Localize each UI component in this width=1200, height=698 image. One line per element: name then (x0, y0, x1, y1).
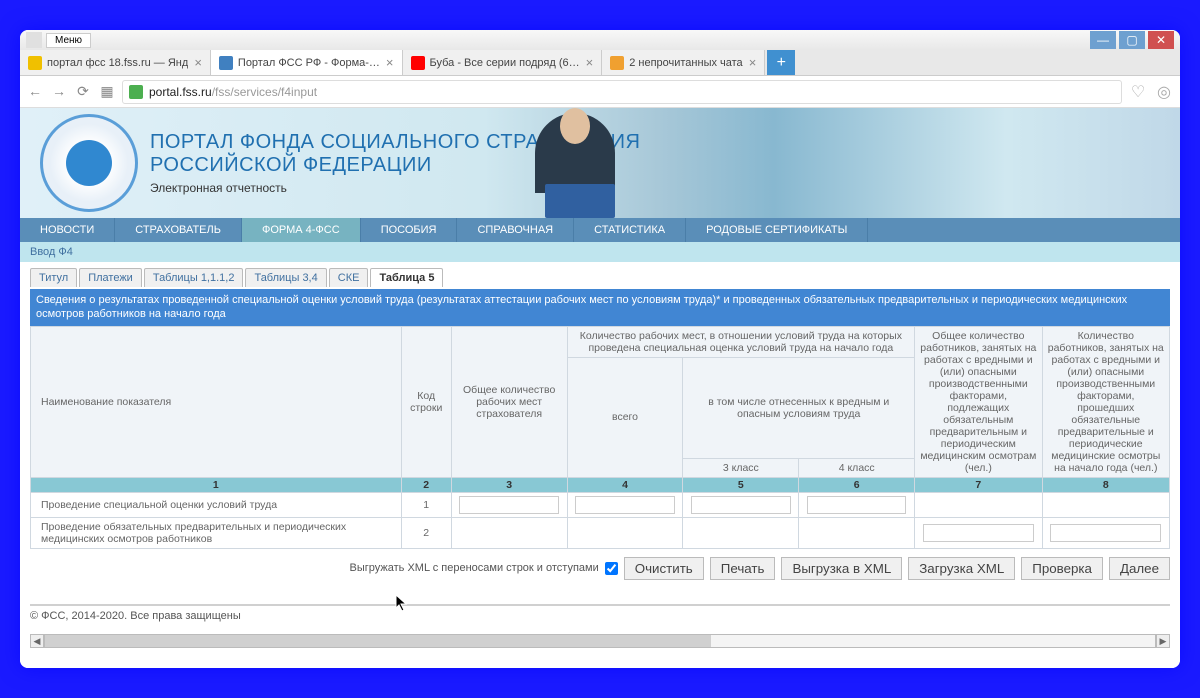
scroll-left-icon[interactable]: ◀ (30, 634, 44, 648)
clear-button[interactable]: Очистить (624, 557, 704, 580)
table-row: Проведение обязательных предварительных … (31, 517, 1170, 548)
portal-header: ПОРТАЛ ФОНДА СОЦИАЛЬНОГО СТРАХОВАНИЯ РОС… (20, 108, 1180, 218)
col-workers-passed: Количество работников, занятых на работа… (1042, 326, 1169, 477)
back-button[interactable]: ← (26, 83, 44, 101)
browser-nav-bar: ← → ⟳ ▦ portal.fss.ru/fss/services/f4inp… (20, 76, 1180, 108)
new-tab-button[interactable]: + (767, 50, 795, 75)
col-row-code: Код строки (401, 326, 451, 477)
sub-link-f4-input[interactable]: Ввод Ф4 (30, 246, 73, 258)
minimize-button[interactable]: — (1090, 31, 1116, 49)
close-button[interactable]: ✕ (1148, 31, 1174, 49)
form-tabs: Титул Платежи Таблицы 1,1.1,2 Таблицы 3,… (20, 262, 1180, 287)
address-bar[interactable]: portal.fss.ru/fss/services/f4input (122, 80, 1122, 104)
tab-payments[interactable]: Платежи (79, 268, 142, 287)
close-icon[interactable]: × (194, 55, 202, 70)
nav-statistics[interactable]: СТАТИСТИКА (574, 218, 686, 242)
scroll-track[interactable] (44, 634, 1156, 648)
menu-button[interactable]: Меню (46, 33, 91, 48)
nav-reference[interactable]: СПРАВОЧНАЯ (457, 218, 574, 242)
fss-logo (40, 114, 138, 212)
firefox-menu-icon[interactable] (26, 32, 42, 48)
xml-indent-checkbox[interactable] (605, 562, 618, 575)
cell-input[interactable] (807, 496, 907, 514)
next-button[interactable]: Далее (1109, 557, 1170, 580)
xml-indent-label: Выгружать XML с переносами строк и отсту… (350, 562, 599, 574)
cell-input[interactable] (1050, 524, 1161, 542)
action-bar: Выгружать XML с переносами строк и отсту… (20, 549, 1180, 588)
row-code: 2 (401, 517, 451, 548)
import-xml-button[interactable]: Загрузка XML (908, 557, 1015, 580)
close-icon[interactable]: × (386, 55, 394, 70)
browser-tab[interactable]: 2 непрочитанных чата× (602, 50, 765, 75)
cell-input[interactable] (575, 496, 675, 514)
row-name: Проведение специальной оценки условий тр… (31, 492, 402, 517)
forward-button[interactable]: → (50, 83, 68, 101)
cell-input[interactable] (923, 524, 1034, 542)
header-illustration (490, 108, 660, 218)
nav-insurer[interactable]: СТРАХОВАТЕЛЬ (115, 218, 242, 242)
col-class-4: 4 класс (799, 458, 915, 477)
close-icon[interactable]: × (749, 55, 757, 70)
row-name: Проведение обязательных предварительных … (31, 517, 402, 548)
browser-tab[interactable]: Портал ФСС РФ - Форма-…× (211, 50, 403, 75)
maximize-button[interactable]: ▢ (1119, 31, 1145, 49)
scroll-right-icon[interactable]: ▶ (1156, 634, 1170, 648)
col-class-3: 3 класс (683, 458, 799, 477)
table-row: Проведение специальной оценки условий тр… (31, 492, 1170, 517)
check-button[interactable]: Проверка (1021, 557, 1103, 580)
tab-tables-3-4[interactable]: Таблицы 3,4 (245, 268, 326, 287)
col-assessed-group: Количество рабочих мест, в отношении усл… (567, 326, 915, 357)
form-table: Наименование показателя Код строки Общее… (30, 326, 1170, 549)
export-xml-button[interactable]: Выгрузка в XML (781, 557, 902, 580)
row-code: 1 (401, 492, 451, 517)
options-icon[interactable]: ◎ (1154, 82, 1174, 102)
browser-tab[interactable]: портал фсс 18.fss.ru — Янд× (20, 50, 211, 75)
nav-form4fss[interactable]: ФОРМА 4-ФСС (242, 218, 361, 242)
section-caption: Сведения о результатах проведенной специ… (30, 289, 1170, 326)
browser-tab[interactable]: Буба - Все серии подряд (6…× (403, 50, 603, 75)
browser-tabs: портал фсс 18.fss.ru — Янд× Портал ФСС Р… (20, 50, 1180, 76)
apps-grid-icon[interactable]: ▦ (98, 83, 116, 101)
cell-input[interactable] (459, 496, 559, 514)
main-nav: НОВОСТИ СТРАХОВАТЕЛЬ ФОРМА 4-ФСС ПОСОБИЯ… (20, 218, 1180, 242)
tab-table-5[interactable]: Таблица 5 (370, 268, 443, 287)
bookmark-icon[interactable]: ♡ (1128, 82, 1148, 102)
horizontal-scrollbar[interactable]: ◀ ▶ (30, 634, 1170, 648)
cell-input[interactable] (691, 496, 791, 514)
tab-ske[interactable]: СКЕ (329, 268, 369, 287)
col-indicator-name: Наименование показателя (31, 326, 402, 477)
print-button[interactable]: Печать (710, 557, 776, 580)
reload-button[interactable]: ⟳ (74, 83, 92, 101)
tab-tables-1-2[interactable]: Таблицы 1,1.1,2 (144, 268, 244, 287)
nav-benefits[interactable]: ПОСОБИЯ (361, 218, 458, 242)
footer-copyright: © ФСС, 2014-2020. Все права защищены (30, 604, 1170, 626)
tab-title[interactable]: Титул (30, 268, 77, 287)
sub-nav-bar: Ввод Ф4 (20, 242, 1180, 262)
close-icon[interactable]: × (586, 55, 594, 70)
col-total-workplaces: Общее количество рабочих мест страховате… (451, 326, 567, 477)
col-hazard-group: в том числе отнесенных к вредным и опасн… (683, 357, 915, 458)
col-workers-total: Общее количество работников, занятых на … (915, 326, 1042, 477)
browser-titlebar: Меню — ▢ ✕ (20, 30, 1180, 50)
col-assessed-all: всего (567, 357, 683, 477)
nav-certificates[interactable]: РОДОВЫЕ СЕРТИФИКАТЫ (686, 218, 868, 242)
scroll-thumb[interactable] (45, 635, 711, 647)
lock-icon (129, 85, 143, 99)
nav-news[interactable]: НОВОСТИ (20, 218, 115, 242)
